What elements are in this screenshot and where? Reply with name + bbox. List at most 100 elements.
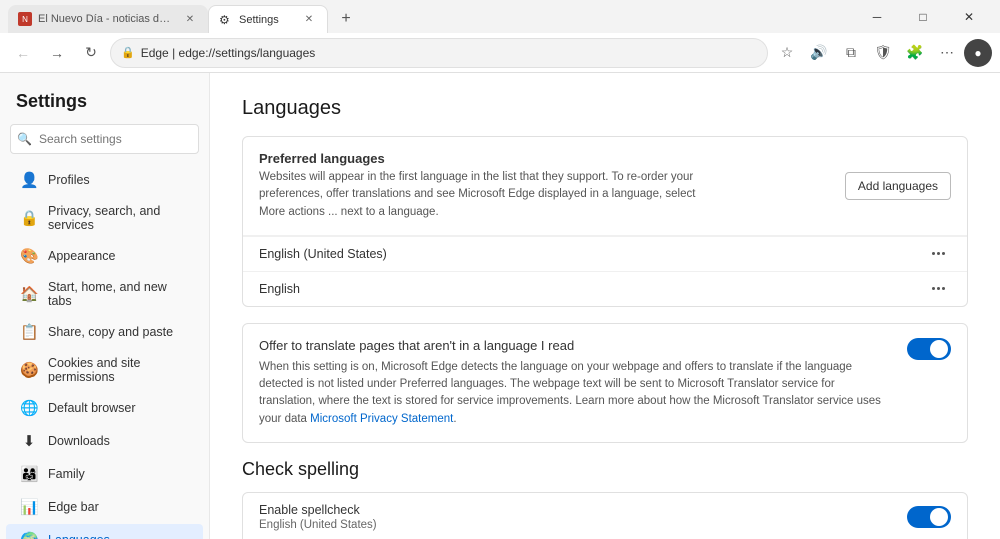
downloads-icon: ⬇ [20, 432, 38, 450]
more-dot [932, 287, 935, 290]
sidebar-item-label: Downloads [48, 434, 110, 448]
window-controls: ─ □ ✕ [854, 0, 992, 33]
toolbar-actions: ☆ 🔊 ⧉ 🛡 🧩 ⋯ ● [772, 38, 992, 68]
preferred-languages-card: Preferred languages Websites will appear… [242, 136, 968, 307]
sidebar-title: Settings [0, 83, 209, 124]
sidebar-item-label: Languages [48, 533, 110, 539]
sidebar-item-edge-bar[interactable]: 📊 Edge bar [6, 491, 203, 523]
family-icon: 👨‍👩‍👧 [20, 465, 38, 483]
share-copy-icon: 📋 [20, 323, 38, 341]
default-browser-icon: 🌐 [20, 399, 38, 417]
browser-essentials-icon[interactable]: 🛡 [868, 38, 898, 68]
sidebar-item-label: Start, home, and new tabs [48, 280, 189, 308]
browser-window: N El Nuevo Día - noticias de últim... ✕ … [0, 0, 1000, 539]
more-dot [937, 287, 940, 290]
new-tab-button[interactable]: + [332, 5, 360, 33]
sidebar-item-label: Family [48, 467, 85, 481]
forward-button[interactable]: → [42, 38, 72, 68]
tab-news-label: El Nuevo Día - noticias de últim... [38, 13, 176, 25]
enable-spellcheck-text: Enable spellcheck English (United States… [259, 503, 377, 531]
sidebar-item-label: Edge bar [48, 500, 99, 514]
search-icon: 🔍 [17, 132, 32, 146]
favorites-icon[interactable]: ☆ [772, 38, 802, 68]
translate-section-text: Offer to translate pages that aren't in … [259, 338, 891, 428]
close-button[interactable]: ✕ [946, 0, 992, 33]
sidebar-item-privacy[interactable]: 🔒 Privacy, search, and services [6, 197, 203, 239]
spellcheck-card: Enable spellcheck English (United States… [242, 492, 968, 539]
sidebar-item-label: Share, copy and paste [48, 325, 173, 339]
sidebar-item-start-home[interactable]: 🏠 Start, home, and new tabs [6, 273, 203, 315]
profile-button[interactable]: ● [964, 39, 992, 67]
sidebar-item-label: Privacy, search, and services [48, 204, 189, 232]
address-text: Edge | edge://settings/languages [141, 46, 316, 60]
sidebar-item-share-copy[interactable]: 📋 Share, copy and paste [6, 316, 203, 348]
main-area: Settings 🔍 👤 Profiles 🔒 Privacy, search,… [0, 73, 1000, 539]
search-input[interactable] [10, 124, 199, 154]
language-name: English (United States) [259, 247, 387, 261]
more-dot [937, 252, 940, 255]
translate-toggle-slider [907, 338, 951, 360]
title-bar: N El Nuevo Día - noticias de últim... ✕ … [0, 0, 1000, 33]
sidebar-item-label: Default browser [48, 401, 136, 415]
tab-settings-label: Settings [239, 14, 295, 26]
tab-settings[interactable]: ⚙ Settings ✕ [208, 5, 328, 33]
collections-icon[interactable]: ⧉ [836, 38, 866, 68]
more-dot [932, 252, 935, 255]
enable-spellcheck-label: Enable spellcheck [259, 503, 377, 517]
back-button[interactable]: ← [8, 38, 38, 68]
tab-news-close[interactable]: ✕ [182, 11, 198, 27]
add-languages-button[interactable]: Add languages [845, 172, 951, 200]
sidebar-item-label: Appearance [48, 249, 115, 263]
enable-spellcheck-sublabel: English (United States) [259, 519, 377, 531]
sidebar-item-appearance[interactable]: 🎨 Appearance [6, 240, 203, 272]
sidebar-item-cookies[interactable]: 🍪 Cookies and site permissions [6, 349, 203, 391]
preferred-languages-header-text: Preferred languages Websites will appear… [259, 151, 709, 221]
privacy-statement-link[interactable]: Microsoft Privacy Statement [310, 413, 453, 425]
translate-title: Offer to translate pages that aren't in … [259, 338, 891, 353]
more-dot [942, 252, 945, 255]
tab-news-favicon: N [18, 12, 32, 26]
language-row-english-us: English (United States) [243, 236, 967, 271]
sidebar-item-label: Cookies and site permissions [48, 356, 189, 384]
minimize-button[interactable]: ─ [854, 0, 900, 33]
languages-icon: 🌍 [20, 531, 38, 539]
settings-more-icon[interactable]: ⋯ [932, 38, 962, 68]
content-area: Languages Preferred languages Websites w… [210, 73, 1000, 539]
language-row-english: English [243, 271, 967, 306]
address-lock-icon: 🔒 [121, 46, 135, 59]
preferred-languages-description: Websites will appear in the first langua… [259, 169, 709, 221]
tab-news[interactable]: N El Nuevo Día - noticias de últim... ✕ [8, 5, 208, 33]
spellcheck-section-title: Check spelling [242, 459, 968, 480]
preferred-languages-title: Preferred languages [259, 151, 709, 166]
extensions-icon[interactable]: 🧩 [900, 38, 930, 68]
sidebar-item-default-browser[interactable]: 🌐 Default browser [6, 392, 203, 424]
toolbar: ← → ↻ 🔒 Edge | edge://settings/languages… [0, 33, 1000, 73]
sidebar: Settings 🔍 👤 Profiles 🔒 Privacy, search,… [0, 73, 210, 539]
privacy-icon: 🔒 [20, 209, 38, 227]
language-name: English [259, 282, 300, 296]
enable-spellcheck-row: Enable spellcheck English (United States… [243, 493, 967, 539]
search-box: 🔍 [10, 124, 199, 154]
appearance-icon: 🎨 [20, 247, 38, 265]
translate-toggle[interactable] [907, 338, 951, 360]
more-dot [942, 287, 945, 290]
cookies-icon: 🍪 [20, 361, 38, 379]
translate-description: When this setting is on, Microsoft Edge … [259, 359, 891, 428]
edge-bar-icon: 📊 [20, 498, 38, 516]
maximize-button[interactable]: □ [900, 0, 946, 33]
address-bar[interactable]: 🔒 Edge | edge://settings/languages [110, 38, 768, 68]
language-more-button-1[interactable] [926, 283, 951, 294]
sidebar-item-family[interactable]: 👨‍👩‍👧 Family [6, 458, 203, 490]
sidebar-item-profiles[interactable]: 👤 Profiles [6, 164, 203, 196]
refresh-button[interactable]: ↻ [76, 38, 106, 68]
read-aloud-icon[interactable]: 🔊 [804, 38, 834, 68]
start-home-icon: 🏠 [20, 285, 38, 303]
enable-spellcheck-toggle[interactable] [907, 506, 951, 528]
sidebar-item-languages[interactable]: 🌍 Languages [6, 524, 203, 539]
enable-spellcheck-toggle-slider [907, 506, 951, 528]
sidebar-item-downloads[interactable]: ⬇ Downloads [6, 425, 203, 457]
page-title: Languages [242, 97, 968, 120]
profiles-icon: 👤 [20, 171, 38, 189]
language-more-button-0[interactable] [926, 248, 951, 259]
tab-settings-close[interactable]: ✕ [301, 12, 317, 28]
